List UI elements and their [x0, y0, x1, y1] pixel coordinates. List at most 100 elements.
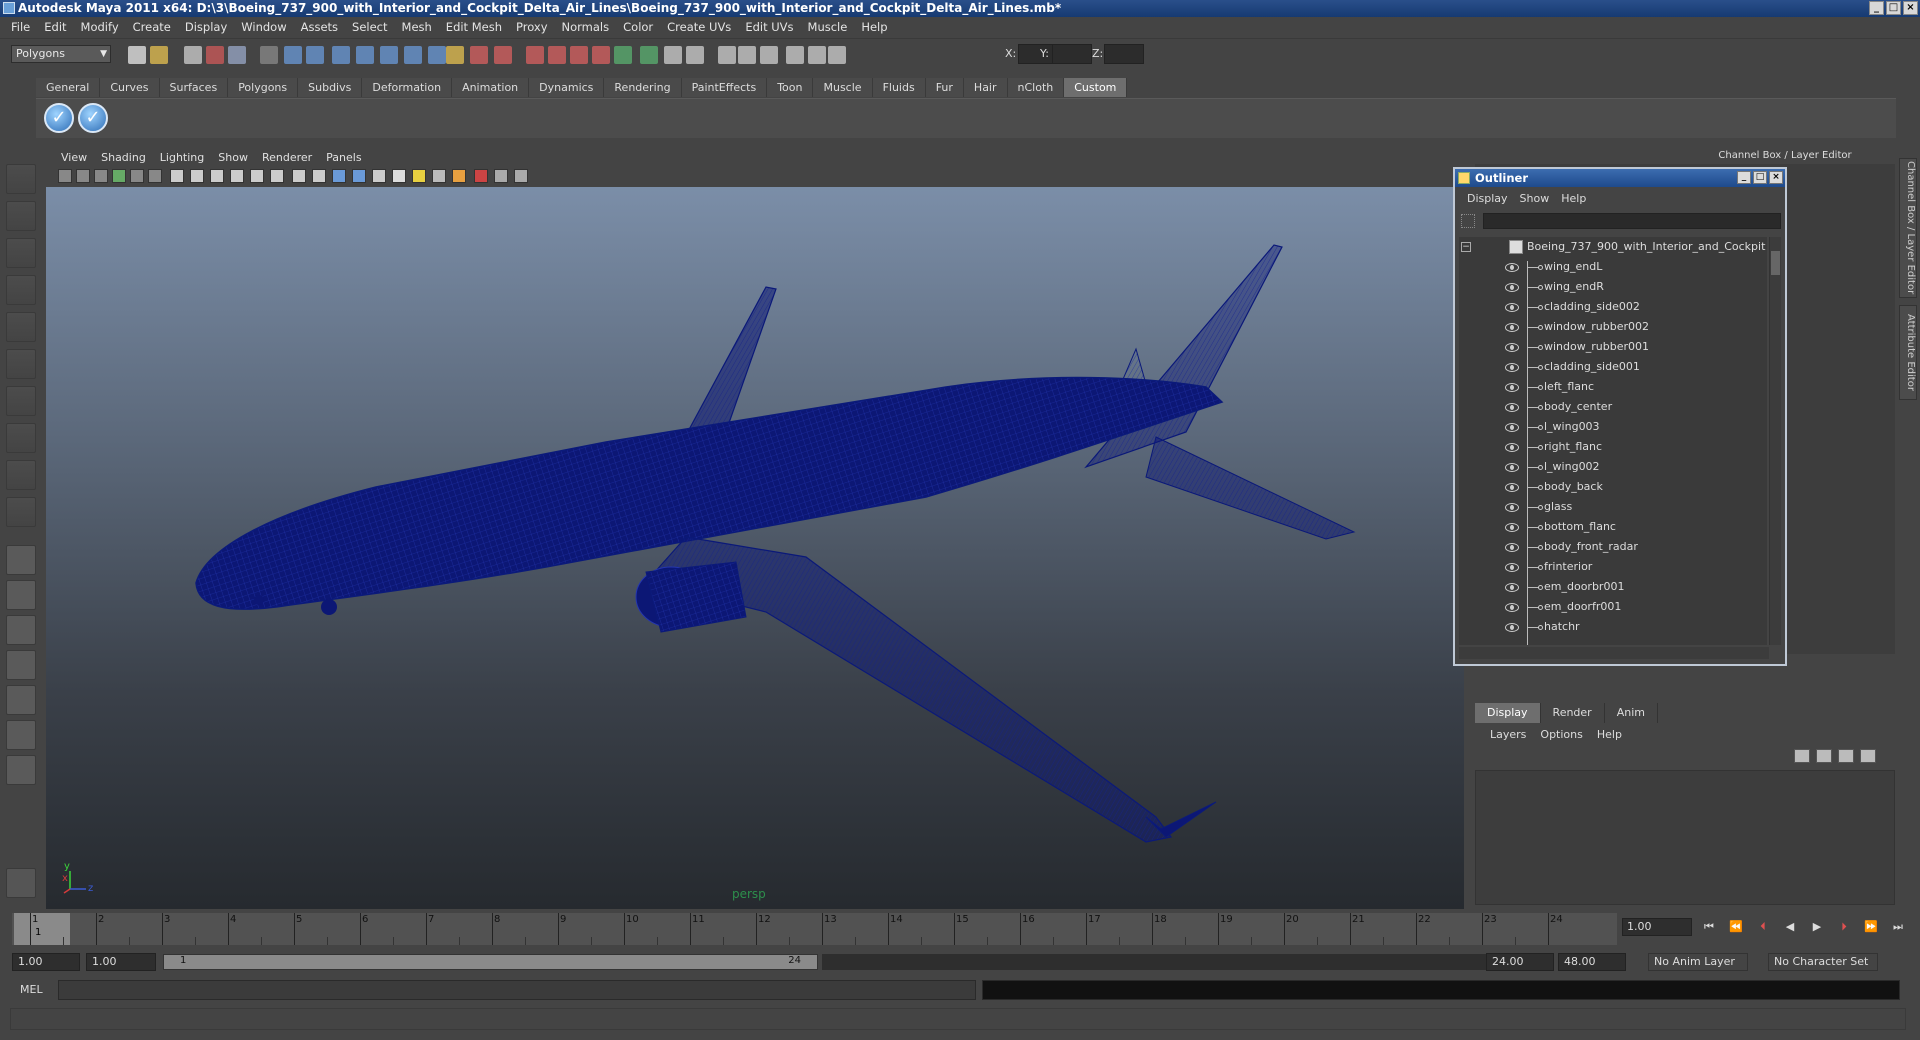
- outliner-item[interactable]: frinterior: [1459, 557, 1767, 577]
- toolbar-tool-icon[interactable]: [640, 46, 658, 64]
- outliner-item[interactable]: cladding_side002: [1459, 297, 1767, 317]
- anim-layer-selector[interactable]: No Anim Layer: [1648, 953, 1748, 971]
- viewport-menu-renderer[interactable]: Renderer: [255, 151, 319, 164]
- viewport-tool-icon[interactable]: [352, 169, 366, 183]
- outliner-item[interactable]: left_flanc: [1459, 377, 1767, 397]
- menu-proxy[interactable]: Proxy: [509, 20, 555, 34]
- outliner-item[interactable]: bottom_flanc: [1459, 517, 1767, 537]
- toolbar-tool-icon[interactable]: [738, 46, 756, 64]
- outliner-item[interactable]: l_wing003: [1459, 417, 1767, 437]
- shelf-tab-curves[interactable]: Curves: [100, 78, 160, 97]
- layer-menu-layers[interactable]: Layers: [1483, 728, 1533, 741]
- outliner-close-button[interactable]: ×: [1769, 171, 1783, 184]
- shelf-tab-toon[interactable]: Toon: [767, 78, 814, 97]
- layer-menu-help[interactable]: Help: [1590, 728, 1629, 741]
- character-set-selector[interactable]: No Character Set: [1768, 953, 1878, 971]
- new-layer-icon[interactable]: [1794, 749, 1810, 763]
- outliner-vertical-scrollbar[interactable]: [1769, 237, 1781, 645]
- menu-assets[interactable]: Assets: [294, 20, 345, 34]
- current-frame-marker[interactable]: 1: [14, 913, 70, 945]
- menu-window[interactable]: Window: [234, 20, 293, 34]
- minimize-button[interactable]: _: [1869, 1, 1884, 15]
- step-back-key-button[interactable]: ⏪: [1727, 920, 1745, 936]
- outliner-item[interactable]: window_rubber001: [1459, 337, 1767, 357]
- manipulator-icon[interactable]: [6, 386, 36, 416]
- step-back-frame-button[interactable]: ⏴: [1754, 920, 1772, 936]
- toolbar-tool-icon[interactable]: [306, 46, 324, 64]
- menu-muscle[interactable]: Muscle: [801, 20, 855, 34]
- outliner-item[interactable]: body_center: [1459, 397, 1767, 417]
- viewport-tool-icon[interactable]: [392, 169, 406, 183]
- viewport-tool-icon[interactable]: [432, 169, 446, 183]
- toolbar-tool-icon[interactable]: [332, 46, 350, 64]
- mel-label[interactable]: MEL: [20, 983, 43, 996]
- shelf-tab-rendering[interactable]: Rendering: [604, 78, 682, 97]
- toolbar-tool-icon[interactable]: [786, 46, 804, 64]
- outliner-item[interactable]: em_doorfr001: [1459, 597, 1767, 617]
- toolbar-tool-icon[interactable]: [150, 46, 168, 64]
- shelf-tab-animation[interactable]: Animation: [452, 78, 530, 97]
- outliner-item[interactable]: cladding_side001: [1459, 357, 1767, 377]
- toolbar-tool-icon[interactable]: [494, 46, 512, 64]
- channel-box-tab[interactable]: Channel Box / Layer Editor: [1899, 158, 1917, 298]
- toolbar-tool-icon[interactable]: [184, 46, 202, 64]
- toolbar-tool-icon[interactable]: [718, 46, 736, 64]
- menu-display[interactable]: Display: [178, 20, 234, 34]
- shelf-tab-subdivs[interactable]: Subdivs: [298, 78, 363, 97]
- toolbar-tool-icon[interactable]: [592, 46, 610, 64]
- toolbar-tool-icon[interactable]: [260, 46, 278, 64]
- menu-normals[interactable]: Normals: [555, 20, 617, 34]
- shelf-tab-muscle[interactable]: Muscle: [813, 78, 873, 97]
- shelf-tab-custom[interactable]: Custom: [1064, 78, 1128, 97]
- toolbar-tool-icon[interactable]: [828, 46, 846, 64]
- outliner-list[interactable]: − Boeing_737_900_with_Interior_and_Cockp…: [1459, 237, 1767, 645]
- menu-edit-uvs[interactable]: Edit UVs: [738, 20, 800, 34]
- viewport-tool-icon[interactable]: [112, 169, 126, 183]
- anim-end-field[interactable]: 48.00: [1558, 953, 1626, 971]
- outliner-item[interactable]: right_flanc: [1459, 437, 1767, 457]
- viewport-tool-icon[interactable]: [270, 169, 284, 183]
- menu-set-selector[interactable]: Polygons ▼: [11, 45, 111, 63]
- y-field[interactable]: [1052, 44, 1092, 64]
- viewport-tool-icon[interactable]: [76, 169, 90, 183]
- viewport-tool-icon[interactable]: [332, 169, 346, 183]
- attribute-editor-tab[interactable]: Attribute Editor: [1899, 305, 1917, 400]
- move-tool-icon[interactable]: [6, 275, 36, 305]
- menu-edit[interactable]: Edit: [37, 20, 73, 34]
- viewport-tool-icon[interactable]: [190, 169, 204, 183]
- lasso-tool-icon[interactable]: [6, 201, 36, 231]
- toolbar-tool-icon[interactable]: [570, 46, 588, 64]
- viewport-menu-show[interactable]: Show: [211, 151, 255, 164]
- show-manip-icon[interactable]: [6, 460, 36, 490]
- shelf-tab-fluids[interactable]: Fluids: [872, 78, 926, 97]
- viewport-tool-icon[interactable]: [170, 169, 184, 183]
- viewport-menu-panels[interactable]: Panels: [319, 151, 368, 164]
- viewport-tool-icon[interactable]: [372, 169, 386, 183]
- viewport-menu-shading[interactable]: Shading: [94, 151, 153, 164]
- viewport-tool-icon[interactable]: [210, 169, 224, 183]
- go-to-start-button[interactable]: ⏮: [1700, 920, 1718, 936]
- viewport-persp[interactable]: y z x persp: [46, 187, 1464, 909]
- script-editor-icon[interactable]: [6, 868, 36, 898]
- viewport-tool-icon[interactable]: [250, 169, 264, 183]
- outliner-item[interactable]: wing_endR: [1459, 277, 1767, 297]
- menu-color[interactable]: Color: [616, 20, 660, 34]
- toolbar-tool-icon[interactable]: [356, 46, 374, 64]
- shelf-tab-surfaces[interactable]: Surfaces: [159, 78, 229, 97]
- layer-tab-anim[interactable]: Anim: [1605, 703, 1658, 723]
- shelf-tab-deformation[interactable]: Deformation: [362, 78, 453, 97]
- anim-start-field[interactable]: 1.00: [12, 953, 80, 971]
- layer-tab-render[interactable]: Render: [1541, 703, 1605, 723]
- menu-create[interactable]: Create: [126, 20, 178, 34]
- shelf-tab-hair[interactable]: Hair: [963, 78, 1008, 97]
- outliner-horizontal-scrollbar[interactable]: [1459, 647, 1769, 659]
- paint-select-icon[interactable]: [6, 238, 36, 268]
- outliner-item[interactable]: body_back: [1459, 477, 1767, 497]
- outliner-item[interactable]: wing_endL: [1459, 257, 1767, 277]
- playback-end-field[interactable]: 24.00: [1486, 953, 1554, 971]
- toolbar-tool-icon[interactable]: [228, 46, 246, 64]
- shelf-tab-polygons[interactable]: Polygons: [228, 78, 299, 97]
- outliner-menu-show[interactable]: Show: [1514, 192, 1556, 205]
- range-slider[interactable]: 1 24: [163, 954, 818, 970]
- shelf-tab-ncloth[interactable]: nCloth: [1007, 78, 1065, 97]
